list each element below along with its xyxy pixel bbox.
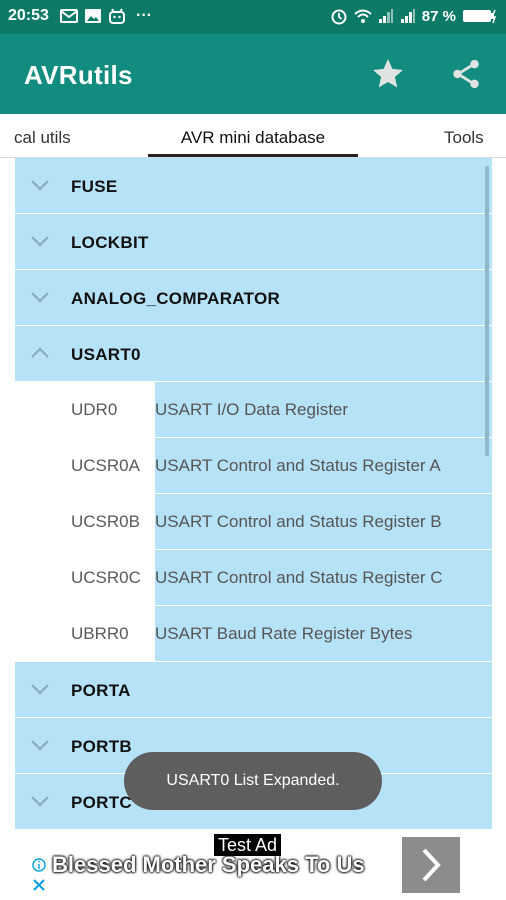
tab-indicator — [148, 154, 358, 157]
register-row-ucsr0a[interactable]: UCSR0A USART Control and Status Register… — [15, 438, 492, 494]
register-list[interactable]: FUSE LOCKBIT ANALOG_COMPARATOR USART0 UD… — [15, 158, 492, 830]
register-name-cell: UDR0 — [15, 382, 155, 437]
battery-icon — [463, 9, 497, 24]
register-name-cell: UCSR0C — [15, 550, 155, 605]
tab-tools[interactable]: Tools — [444, 128, 484, 148]
tab-bar: cal utils AVR mini database Tools — [0, 114, 506, 158]
wifi-icon — [354, 9, 372, 23]
notification-icons: ··· — [60, 8, 152, 24]
group-label: LOCKBIT — [71, 233, 149, 252]
ad-test-tag: Test Ad — [214, 834, 282, 856]
group-lockbit[interactable]: LOCKBIT — [15, 214, 492, 270]
group-label: USART0 — [71, 345, 141, 364]
register-row-ucsr0b[interactable]: UCSR0B USART Control and Status Register… — [15, 494, 492, 550]
chevron-down-icon — [31, 236, 49, 247]
group-porta[interactable]: PORTA — [15, 662, 492, 718]
signal-icon — [378, 9, 393, 23]
register-description: USART Control and Status Register B — [155, 512, 442, 531]
group-usart0[interactable]: USART0 — [15, 326, 492, 382]
mail-icon — [60, 9, 78, 23]
register-name-cell: UCSR0B — [15, 494, 155, 549]
chevron-up-icon — [31, 347, 49, 358]
register-row-ubrr0[interactable]: UBRR0 USART Baud Rate Register Bytes — [15, 606, 492, 662]
chevron-down-icon — [31, 740, 49, 751]
info-icon[interactable] — [32, 858, 46, 872]
toast-message: USART0 List Expanded. — [124, 752, 382, 810]
tab-avr-mini-database[interactable]: AVR mini database — [148, 128, 358, 148]
group-label: PORTC — [71, 793, 132, 812]
group-label: PORTA — [71, 681, 131, 700]
register-name: UCSR0B — [71, 512, 140, 531]
favorite-button[interactable] — [368, 54, 408, 94]
register-description: USART Control and Status Register A — [155, 456, 441, 475]
register-description: USART Baud Rate Register Bytes — [155, 624, 413, 643]
star-icon — [373, 59, 403, 88]
register-description: USART Control and Status Register C — [155, 568, 443, 587]
register-name: UBRR0 — [71, 624, 129, 643]
chevron-down-icon — [31, 796, 49, 807]
group-label: FUSE — [71, 177, 118, 196]
tab-local-utils[interactable]: cal utils — [14, 128, 71, 148]
more-notifications: ··· — [136, 7, 152, 24]
register-row-ucsr0c[interactable]: UCSR0C USART Control and Status Register… — [15, 550, 492, 606]
share-icon — [453, 59, 479, 89]
group-analog-comparator[interactable]: ANALOG_COMPARATOR — [15, 270, 492, 326]
ad-open-button[interactable] — [402, 837, 460, 893]
chevron-right-icon — [422, 848, 441, 882]
ad-title[interactable]: Blessed Mother Speaks To Us — [52, 852, 365, 878]
register-name: UCSR0C — [71, 568, 141, 587]
group-fuse[interactable]: FUSE — [15, 158, 492, 214]
signal-icon — [400, 9, 415, 23]
chevron-down-icon — [31, 684, 49, 695]
register-description: USART I/O Data Register — [155, 400, 349, 419]
status-time: 20:53 — [8, 7, 49, 24]
battery-percent: 87 % — [421, 7, 456, 25]
chevron-down-icon — [31, 292, 49, 303]
group-label: ANALOG_COMPARATOR — [71, 289, 281, 308]
close-icon[interactable] — [32, 878, 46, 892]
register-name-cell: UBRR0 — [15, 606, 155, 661]
register-row-udr0[interactable]: UDR0 USART I/O Data Register — [15, 382, 492, 438]
toast-text: USART0 List Expanded. — [166, 772, 340, 789]
chevron-down-icon — [31, 180, 49, 191]
app-title: AVRutils — [24, 60, 133, 90]
android-icon — [109, 8, 125, 24]
system-icons: 87 % — [330, 7, 498, 25]
group-label: PORTB — [71, 737, 132, 756]
register-name: UDR0 — [71, 400, 118, 419]
alarm-icon — [331, 9, 347, 25]
register-name: UCSR0A — [71, 456, 140, 475]
app-bar: AVRutils — [0, 34, 506, 114]
list-scrollbar[interactable] — [485, 166, 489, 456]
register-name-cell: UCSR0A — [15, 438, 155, 493]
image-icon — [85, 9, 101, 23]
share-button[interactable] — [446, 54, 486, 94]
status-bar: 20:53 ··· 87 % — [0, 0, 506, 34]
